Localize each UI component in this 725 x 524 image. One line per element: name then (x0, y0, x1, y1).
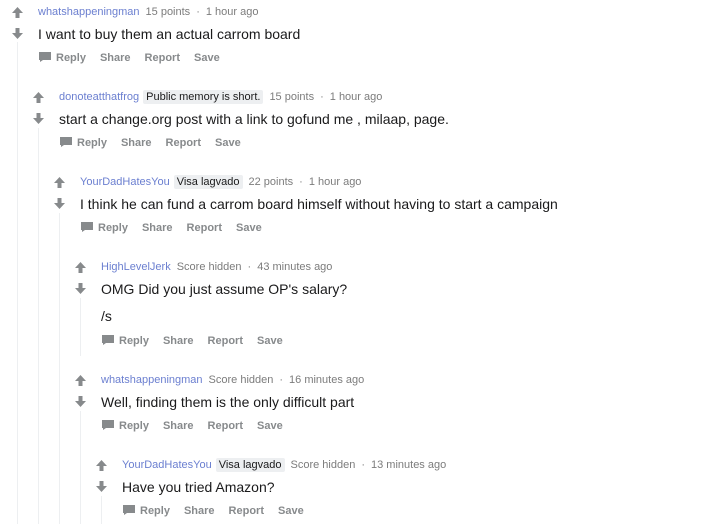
comment-meta: donoteatthatfrog Public memory is short. 1… (59, 90, 382, 104)
score: Score hidden (176, 261, 242, 273)
comment-body: I think he can fund a carrom board himse… (80, 196, 558, 212)
user-flair: Public memory is short. (143, 90, 264, 104)
reply-button[interactable]: Reply (77, 137, 107, 149)
separator-dot: · (247, 261, 252, 273)
comment-body: start a change.org post with a link to g… (59, 111, 449, 127)
downvote-icon[interactable] (32, 112, 44, 124)
timestamp[interactable]: 1 hour ago (330, 91, 383, 103)
downvote-icon[interactable] (95, 480, 107, 492)
comment-actions: Reply Share Report Save (122, 504, 318, 518)
separator-dot: · (320, 91, 324, 103)
downvote-icon[interactable] (53, 197, 65, 209)
comment-icon (102, 419, 114, 430)
share-button[interactable]: Share (100, 52, 131, 64)
author-link[interactable]: whatshappeningman (101, 374, 203, 386)
author-link[interactable]: HighLevelJerk (101, 261, 171, 273)
save-button[interactable]: Save (194, 52, 220, 64)
comment-meta: HighLevelJerk Score hidden · 43 minutes ago (101, 260, 332, 274)
comment-actions: Reply Share Report Save (80, 221, 276, 235)
downvote-icon[interactable] (11, 27, 23, 39)
author-link[interactable]: YourDadHatesYou (80, 176, 170, 188)
user-flair: Visa lagvado (173, 175, 243, 189)
downvote-icon[interactable] (74, 282, 86, 294)
reply-button[interactable]: Reply (140, 505, 170, 517)
report-button[interactable]: Report (208, 335, 243, 347)
upvote-icon[interactable] (95, 459, 107, 471)
separator-dot: · (279, 374, 284, 386)
share-button[interactable]: Share (163, 335, 194, 347)
timestamp[interactable]: 43 minutes ago (257, 261, 332, 273)
thread-line[interactable] (80, 298, 81, 356)
comment-actions: Reply Share Report Save (101, 419, 297, 433)
user-flair: Visa lagvado (215, 458, 285, 472)
comment-icon (39, 51, 51, 62)
report-button[interactable]: Report (187, 222, 222, 234)
timestamp[interactable]: 13 minutes ago (371, 459, 446, 471)
comment-body: Have you tried Amazon? (122, 479, 275, 495)
report-button[interactable]: Report (166, 137, 201, 149)
comment-body: I want to buy them an actual carrom boar… (38, 26, 301, 42)
separator-dot: · (299, 176, 303, 188)
timestamp[interactable]: 16 minutes ago (289, 374, 364, 386)
comment-meta: YourDadHatesYou Visa lagvado Score hidden ·… (122, 458, 446, 472)
score: Score hidden (208, 374, 274, 386)
comment-icon (60, 136, 72, 147)
comment-actions: Reply Share Report Save (38, 51, 234, 65)
comment-meta: whatshappeningman 15 points · 1 hour ago (38, 5, 258, 19)
downvote-icon[interactable] (74, 395, 86, 407)
share-button[interactable]: Share (184, 505, 215, 517)
save-button[interactable]: Save (257, 335, 283, 347)
upvote-icon[interactable] (74, 261, 86, 273)
comment-actions: Reply Share Report Save (101, 334, 297, 348)
author-link[interactable]: donoteatthatfrog (59, 91, 139, 103)
comment-body: OMG Did you just assume OP's salary? (101, 281, 348, 297)
reply-button[interactable]: Reply (56, 52, 86, 64)
timestamp[interactable]: 1 hour ago (206, 6, 259, 18)
thread-line[interactable] (17, 42, 18, 524)
comment-meta: whatshappeningman Score hidden · 16 minutes… (101, 373, 364, 387)
share-button[interactable]: Share (121, 137, 152, 149)
share-button[interactable]: Share (142, 222, 173, 234)
upvote-icon[interactable] (74, 374, 86, 386)
separator-dot: · (361, 459, 365, 471)
thread-line[interactable] (38, 128, 39, 524)
upvote-icon[interactable] (32, 91, 44, 103)
score: Score hidden (290, 459, 356, 471)
score: 15 points (145, 6, 191, 18)
comment-body-line: /s (101, 308, 112, 324)
comment-body: Well, finding them is the only difficult… (101, 394, 355, 410)
report-button[interactable]: Report (145, 52, 180, 64)
comment-icon (102, 334, 114, 345)
thread-line[interactable] (80, 411, 81, 524)
comment-meta: YourDadHatesYou Visa lagvado 22 points · 1 h… (80, 175, 361, 189)
reply-button[interactable]: Reply (119, 420, 149, 432)
save-button[interactable]: Save (278, 505, 304, 517)
comment-actions: Reply Share Report Save (59, 136, 255, 150)
report-button[interactable]: Report (229, 505, 264, 517)
score: 15 points (269, 91, 315, 103)
save-button[interactable]: Save (236, 222, 262, 234)
author-link[interactable]: whatshappeningman (38, 6, 140, 18)
reply-button[interactable]: Reply (119, 335, 149, 347)
save-button[interactable]: Save (215, 137, 241, 149)
comment-icon (81, 221, 93, 232)
timestamp[interactable]: 1 hour ago (309, 176, 362, 188)
thread-line[interactable] (101, 496, 102, 524)
comment-icon (123, 504, 135, 515)
report-button[interactable]: Report (208, 420, 243, 432)
share-button[interactable]: Share (163, 420, 194, 432)
reply-button[interactable]: Reply (98, 222, 128, 234)
upvote-icon[interactable] (53, 176, 65, 188)
score: 22 points (248, 176, 294, 188)
upvote-icon[interactable] (11, 6, 23, 18)
author-link[interactable]: YourDadHatesYou (122, 459, 212, 471)
separator-dot: · (196, 6, 200, 18)
thread-line[interactable] (59, 213, 60, 524)
save-button[interactable]: Save (257, 420, 283, 432)
